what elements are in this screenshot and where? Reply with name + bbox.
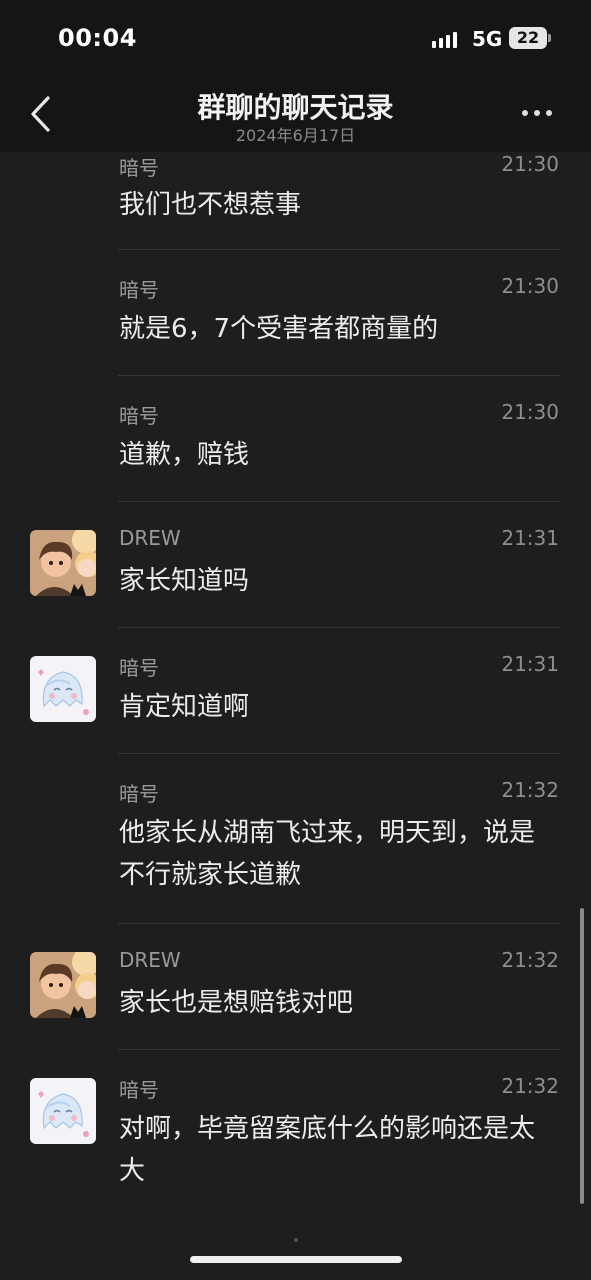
sender-name: 暗号 — [119, 656, 159, 680]
chat-history-list[interactable]: 暗号 21:30 我们也不想惹事 暗号 21:30 就是6，7个受害者都商量的 … — [0, 152, 591, 1242]
list-item: 暗号 21:31 肯定知道啊 — [0, 628, 591, 754]
list-item: 暗号 21:32 他家长从湖南飞过来，明天到，说是不行就家长道歉 — [0, 754, 591, 924]
sender-name: DREW — [119, 526, 181, 550]
message-time: 21:30 — [501, 152, 559, 176]
message-text: 就是6，7个受害者都商量的 — [119, 314, 439, 344]
page-subtitle: 2024年6月17日 — [235, 126, 356, 145]
message-time: 21:31 — [501, 526, 559, 550]
sender-name: 暗号 — [119, 782, 159, 806]
message-text: 家长也是想赔钱对吧 — [119, 988, 354, 1018]
scrollbar[interactable] — [580, 908, 584, 1204]
battery-icon: 22 — [509, 27, 547, 49]
message-time: 21:31 — [501, 652, 559, 676]
list-item: 暗号 21:30 我们也不想惹事 — [0, 152, 591, 250]
nav-bar: 群聊的聊天记录 2024年6月17日 — [0, 78, 591, 152]
message-time: 21:30 — [501, 274, 559, 298]
list-item: 暗号 21:30 道歉，赔钱 — [0, 376, 591, 502]
status-bar: 00:04 5G 22 — [0, 0, 591, 78]
boy-girl-avatar-icon[interactable] — [30, 952, 96, 1018]
ghost-avatar-icon[interactable] — [30, 1078, 96, 1144]
message-time: 21:32 — [501, 1074, 559, 1098]
status-time: 00:04 — [58, 24, 137, 52]
message-text: 道歉，赔钱 — [119, 440, 250, 470]
message-text: 我们也不想惹事 — [119, 190, 302, 220]
message-time: 21:32 — [501, 948, 559, 972]
message-text: 他家长从湖南飞过来，明天到，说是不行就家长道歉 — [119, 818, 536, 890]
list-item: 暗号 21:32 对啊，毕竟留案底什么的影响还是太大 — [0, 1050, 591, 1240]
page-indicator-dot — [294, 1238, 298, 1242]
battery-tip — [548, 34, 551, 42]
ghost-avatar-icon[interactable] — [30, 656, 96, 722]
more-icon[interactable] — [522, 110, 552, 116]
home-indicator[interactable] — [190, 1256, 402, 1263]
list-item: DREW 21:32 家长也是想赔钱对吧 — [0, 924, 591, 1050]
message-time: 21:32 — [501, 778, 559, 802]
list-item: 暗号 21:30 就是6，7个受害者都商量的 — [0, 250, 591, 376]
sender-name: 暗号 — [119, 404, 159, 428]
message-text: 家长知道吗 — [119, 566, 250, 596]
message-text: 对啊，毕竟留案底什么的影响还是太大 — [119, 1114, 536, 1186]
message-time: 21:30 — [501, 400, 559, 424]
signal-icon — [432, 30, 457, 48]
sender-name: 暗号 — [119, 1078, 159, 1102]
sender-name: DREW — [119, 948, 181, 972]
sender-name: 暗号 — [119, 156, 159, 180]
network-type: 5G — [472, 27, 503, 51]
page-title: 群聊的聊天记录 — [197, 91, 394, 124]
boy-girl-avatar-icon[interactable] — [30, 530, 96, 596]
message-text: 肯定知道啊 — [119, 692, 250, 722]
list-item: DREW 21:31 家长知道吗 — [0, 502, 591, 628]
sender-name: 暗号 — [119, 278, 159, 302]
